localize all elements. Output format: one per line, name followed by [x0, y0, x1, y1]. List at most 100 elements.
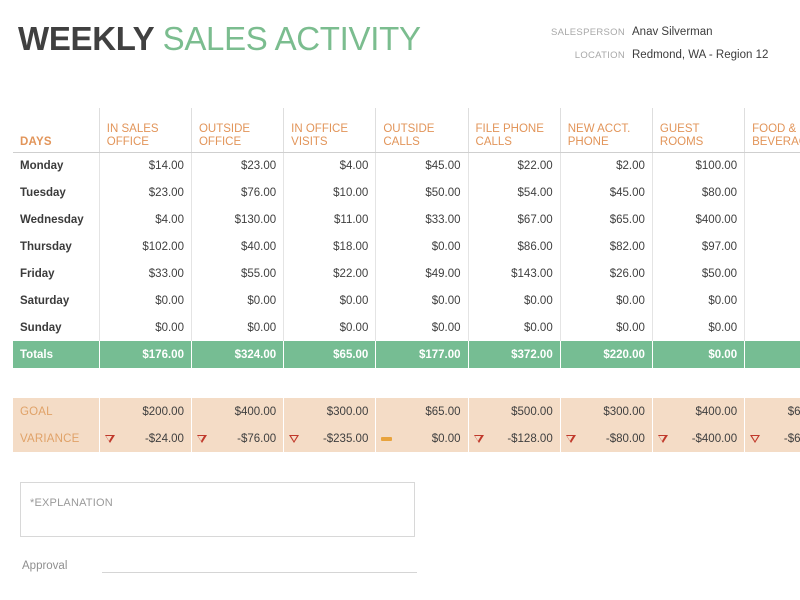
approval-label: Approval [22, 559, 68, 572]
cell[interactable]: $67.00 [467, 206, 561, 233]
variance-value: -$235.00 [322, 432, 369, 445]
cell[interactable]: $54.00 [467, 179, 561, 206]
column-header-outside-office: OUTSIDE OFFICE [190, 108, 284, 153]
goal-label: GOAL [13, 398, 100, 425]
day-label-monday: Monday [13, 152, 100, 179]
cell[interactable]: $11.00 [283, 206, 376, 233]
cell[interactable]: $65.00 [559, 206, 653, 233]
cell[interactable]: $0.00 [375, 287, 469, 314]
goal-cell[interactable]: $200.00 [98, 398, 192, 425]
cell[interactable]: $23.00 [190, 152, 284, 179]
cell[interactable]: $0.00 [375, 314, 469, 341]
variance-value: -$400.00 [691, 432, 738, 445]
cell[interactable]: $86.00 [467, 233, 561, 260]
cell[interactable]: $0.00 [744, 152, 800, 179]
totals-cell: $176.00 [98, 341, 192, 368]
goal-cell[interactable]: $65.00 [375, 398, 469, 425]
cell[interactable]: $130.00 [190, 206, 284, 233]
cell[interactable]: $143.00 [467, 260, 561, 287]
cell[interactable]: $0.00 [283, 287, 376, 314]
cell[interactable]: $76.00 [190, 179, 284, 206]
trend-down-icon [750, 434, 761, 443]
cell[interactable]: $400.00 [651, 206, 745, 233]
goal-cell[interactable]: $300.00 [559, 398, 653, 425]
cell[interactable]: $33.00 [98, 260, 192, 287]
variance-value: -$128.00 [507, 432, 553, 445]
cell[interactable]: $33.00 [375, 206, 469, 233]
cell[interactable]: $0.00 [744, 233, 800, 260]
cell[interactable]: $40.00 [190, 233, 284, 260]
table-row: Friday $33.00 $55.00 $22.00 $49.00 $143.… [13, 260, 800, 287]
cell[interactable]: $18.00 [283, 233, 376, 260]
location-field[interactable]: Redmond, WA - Region 12 [632, 49, 792, 61]
cell[interactable]: $0.00 [283, 314, 376, 341]
cell[interactable]: $2.00 [559, 152, 653, 179]
cell[interactable]: $97.00 [651, 233, 745, 260]
cell[interactable]: $0.00 [375, 233, 469, 260]
goal-row: GOAL $200.00 $400.00 $300.00 $65.00 $500… [13, 398, 800, 425]
variance-row: VARIANCE -$24.00 -$76.00 -$235.00 $0.00 … [13, 425, 800, 452]
cell[interactable]: $100.00 [651, 152, 745, 179]
day-label-thursday: Thursday [13, 233, 100, 260]
cell[interactable]: $45.00 [375, 152, 469, 179]
goal-cell[interactable]: $300.00 [283, 398, 376, 425]
totals-label: Totals [13, 341, 100, 368]
totals-cell: $324.00 [190, 341, 284, 368]
variance-value: $0.00 [431, 432, 461, 445]
table-row: Saturday $0.00 $0.00 $0.00 $0.00 $0.00 $… [13, 287, 800, 314]
cell[interactable]: $14.00 [98, 152, 192, 179]
page-title: WEEKLY SALES ACTIVITY [18, 20, 421, 58]
explanation-textarea[interactable]: *EXPLANATION [20, 482, 415, 537]
table-row: Sunday $0.00 $0.00 $0.00 $0.00 $0.00 $0.… [13, 314, 800, 341]
cell[interactable]: $102.00 [98, 233, 192, 260]
cell[interactable]: $26.00 [559, 260, 653, 287]
cell[interactable]: $50.00 [375, 179, 469, 206]
variance-cell: -$76.00 [190, 425, 284, 452]
cell[interactable]: $49.00 [375, 260, 469, 287]
table-row: Wednesday $4.00 $130.00 $11.00 $33.00 $6… [13, 206, 800, 233]
cell[interactable]: $0.00 [744, 314, 800, 341]
goal-cell[interactable]: $500.00 [467, 398, 561, 425]
header-meta: SALESPERSON Anav Silverman LOCATION Redm… [492, 26, 792, 72]
salesperson-field[interactable]: Anav Silverman [632, 26, 792, 38]
cell[interactable]: $55.00 [190, 260, 284, 287]
variance-cell: -$128.00 [467, 425, 561, 452]
location-row: LOCATION Redmond, WA - Region 12 [492, 49, 792, 61]
column-header-in-sales-office: IN SALES OFFICE [98, 108, 192, 153]
trend-flat-icon [381, 436, 393, 441]
variance-value: -$24.00 [144, 432, 184, 445]
cell[interactable]: $0.00 [98, 287, 192, 314]
cell[interactable]: $0.00 [651, 314, 745, 341]
table-spacer-row [13, 368, 800, 398]
cell[interactable]: $4.00 [98, 206, 192, 233]
cell[interactable]: $23.00 [98, 179, 192, 206]
cell[interactable]: $0.00 [559, 287, 653, 314]
cell[interactable]: $0.00 [190, 287, 284, 314]
cell[interactable]: $50.00 [651, 260, 745, 287]
cell[interactable]: $0.00 [467, 314, 561, 341]
page-title-bold: WEEKLY [18, 20, 154, 57]
goal-cell[interactable]: $400.00 [651, 398, 745, 425]
salesperson-label: SALESPERSON [550, 27, 625, 38]
cell[interactable]: $0.00 [98, 314, 192, 341]
cell[interactable]: $0.00 [190, 314, 284, 341]
cell[interactable]: $45.00 [559, 179, 653, 206]
cell[interactable]: $0.00 [651, 287, 745, 314]
cell[interactable]: $22.00 [467, 152, 561, 179]
cell[interactable]: $82.00 [559, 233, 653, 260]
cell[interactable]: $80.00 [651, 179, 745, 206]
approval-input[interactable] [102, 558, 417, 573]
cell[interactable]: $0.00 [744, 206, 800, 233]
day-label-wednesday: Wednesday [13, 206, 100, 233]
cell[interactable]: $22.00 [283, 260, 376, 287]
cell[interactable]: $0.00 [744, 260, 800, 287]
goal-cell[interactable]: $400.00 [190, 398, 284, 425]
goal-cell[interactable]: $600.00 [744, 398, 800, 425]
cell[interactable]: $4.00 [283, 152, 376, 179]
cell[interactable]: $0.00 [744, 287, 800, 314]
cell[interactable]: $10.00 [283, 179, 376, 206]
cell[interactable]: $0.00 [559, 314, 653, 341]
variance-label: VARIANCE [13, 425, 100, 452]
cell[interactable]: $0.00 [467, 287, 561, 314]
cell[interactable]: $0.00 [744, 179, 800, 206]
